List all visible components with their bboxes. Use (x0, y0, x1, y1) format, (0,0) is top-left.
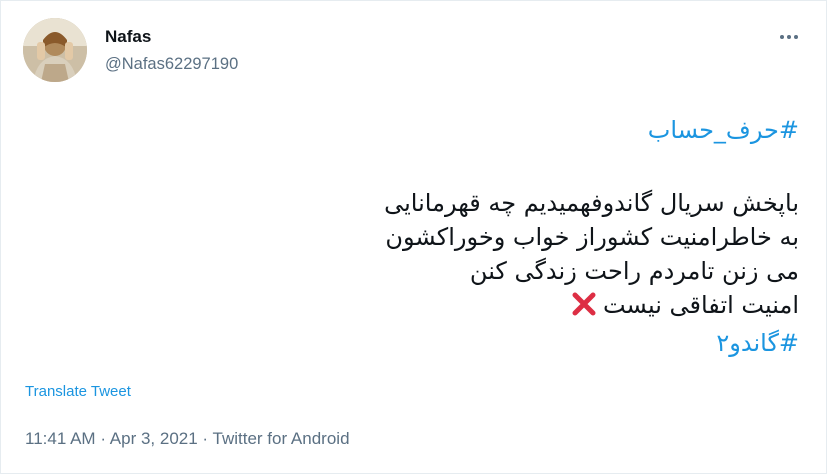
avatar[interactable] (23, 18, 87, 82)
hashtag-link[interactable]: #حرف_حساب (79, 113, 799, 147)
separator-dot: · (100, 429, 106, 448)
tweet-line: باپخش سریال گاندوفهمیدیم چه قهرمانایی (384, 189, 799, 217)
more-options-button[interactable] (778, 29, 800, 43)
tweet-text: #حرف_حساب باپخش سریال گاندوفهمیدیم چه قه… (79, 113, 799, 360)
separator-dot: · (202, 429, 209, 448)
tweet-line-with-emoji: امنیت اتفاقی نیست (79, 288, 799, 326)
hashtag-link[interactable]: #گاندو۲ (79, 326, 799, 360)
tweet-card: Nafas @Nafas62297190 #حرف_حساب باپخش سری… (0, 0, 827, 474)
tweet-line: به خاطرامنیت کشوراز خواب وخوراکشون (385, 223, 799, 251)
cross-mark-icon (571, 291, 597, 326)
tweet-line: می زنن تامردم راحت زندگی کنن (469, 257, 799, 285)
author-name[interactable]: Nafas (105, 27, 151, 47)
tweet-date[interactable]: Apr 3, 2021 (110, 429, 198, 448)
tweet-source[interactable]: Twitter for Android (213, 429, 350, 448)
avatar-image (23, 18, 87, 82)
translate-tweet-link[interactable]: Translate Tweet (25, 383, 131, 400)
author-handle[interactable]: @Nafas62297190 (105, 55, 238, 74)
more-icon (780, 35, 798, 39)
tweet-time[interactable]: 11:41 AM (25, 429, 96, 448)
tweet-line: امنیت اتفاقی نیست (602, 291, 799, 319)
tweet-metadata: 11:41 AM · Apr 3, 2021 · Twitter for And… (25, 429, 350, 449)
